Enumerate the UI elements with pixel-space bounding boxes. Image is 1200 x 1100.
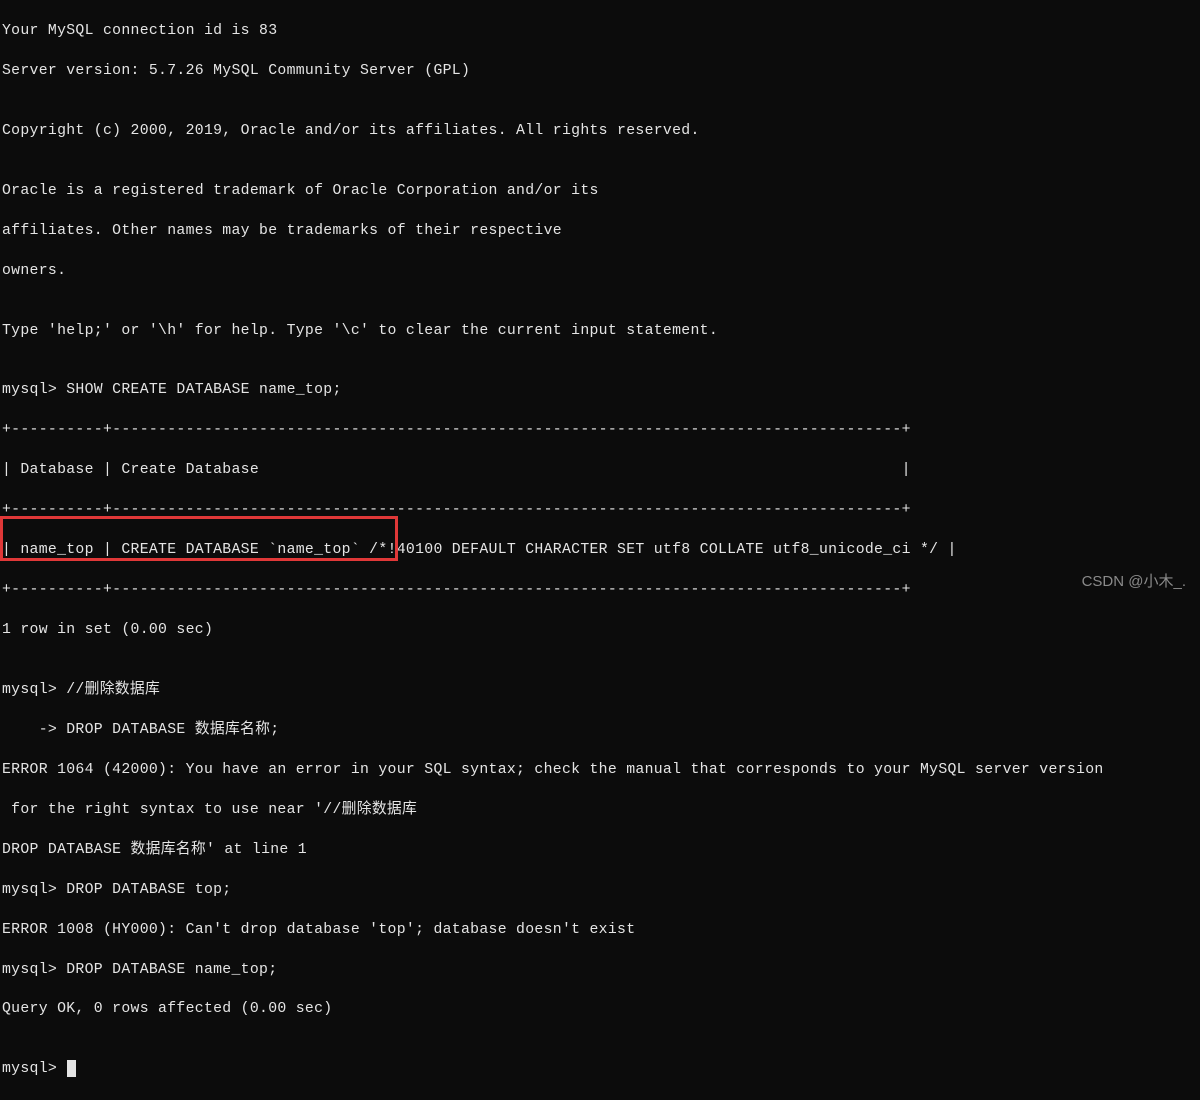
error-line: for the right syntax to use near '//删除数据… — [2, 801, 1198, 821]
output-line: Copyright (c) 2000, 2019, Oracle and/or … — [2, 122, 1198, 142]
prompt-line: mysql> DROP DATABASE name_top; — [2, 961, 1198, 981]
watermark-text: CSDN @小木_. — [1082, 572, 1186, 592]
table-border: +----------+----------------------------… — [2, 421, 1198, 441]
error-line: DROP DATABASE 数据库名称' at line 1 — [2, 841, 1198, 861]
table-border: +----------+----------------------------… — [2, 581, 1198, 601]
output-line: Your MySQL connection id is 83 — [2, 22, 1198, 42]
prompt-line[interactable]: mysql> — [2, 1060, 1198, 1080]
prompt-line: mysql> DROP DATABASE top; — [2, 881, 1198, 901]
output-line: Server version: 5.7.26 MySQL Community S… — [2, 62, 1198, 82]
terminal-output[interactable]: Your MySQL connection id is 83 Server ve… — [2, 2, 1198, 1100]
table-header: | Database | Create Database | — [2, 461, 1198, 481]
output-line: Type 'help;' or '\h' for help. Type '\c'… — [2, 322, 1198, 342]
output-line: 1 row in set (0.00 sec) — [2, 621, 1198, 641]
output-line: owners. — [2, 262, 1198, 282]
error-line: ERROR 1008 (HY000): Can't drop database … — [2, 921, 1198, 941]
output-line: Oracle is a registered trademark of Orac… — [2, 182, 1198, 202]
prompt-line: mysql> //删除数据库 — [2, 681, 1198, 701]
output-line: Query OK, 0 rows affected (0.00 sec) — [2, 1000, 1198, 1020]
prompt-line: mysql> SHOW CREATE DATABASE name_top; — [2, 381, 1198, 401]
cursor-icon — [67, 1060, 76, 1077]
table-border: +----------+----------------------------… — [2, 501, 1198, 521]
error-line: ERROR 1064 (42000): You have an error in… — [2, 761, 1198, 781]
table-row: | name_top | CREATE DATABASE `name_top` … — [2, 541, 1198, 561]
output-line: affiliates. Other names may be trademark… — [2, 222, 1198, 242]
continuation-line: -> DROP DATABASE 数据库名称; — [2, 721, 1198, 741]
